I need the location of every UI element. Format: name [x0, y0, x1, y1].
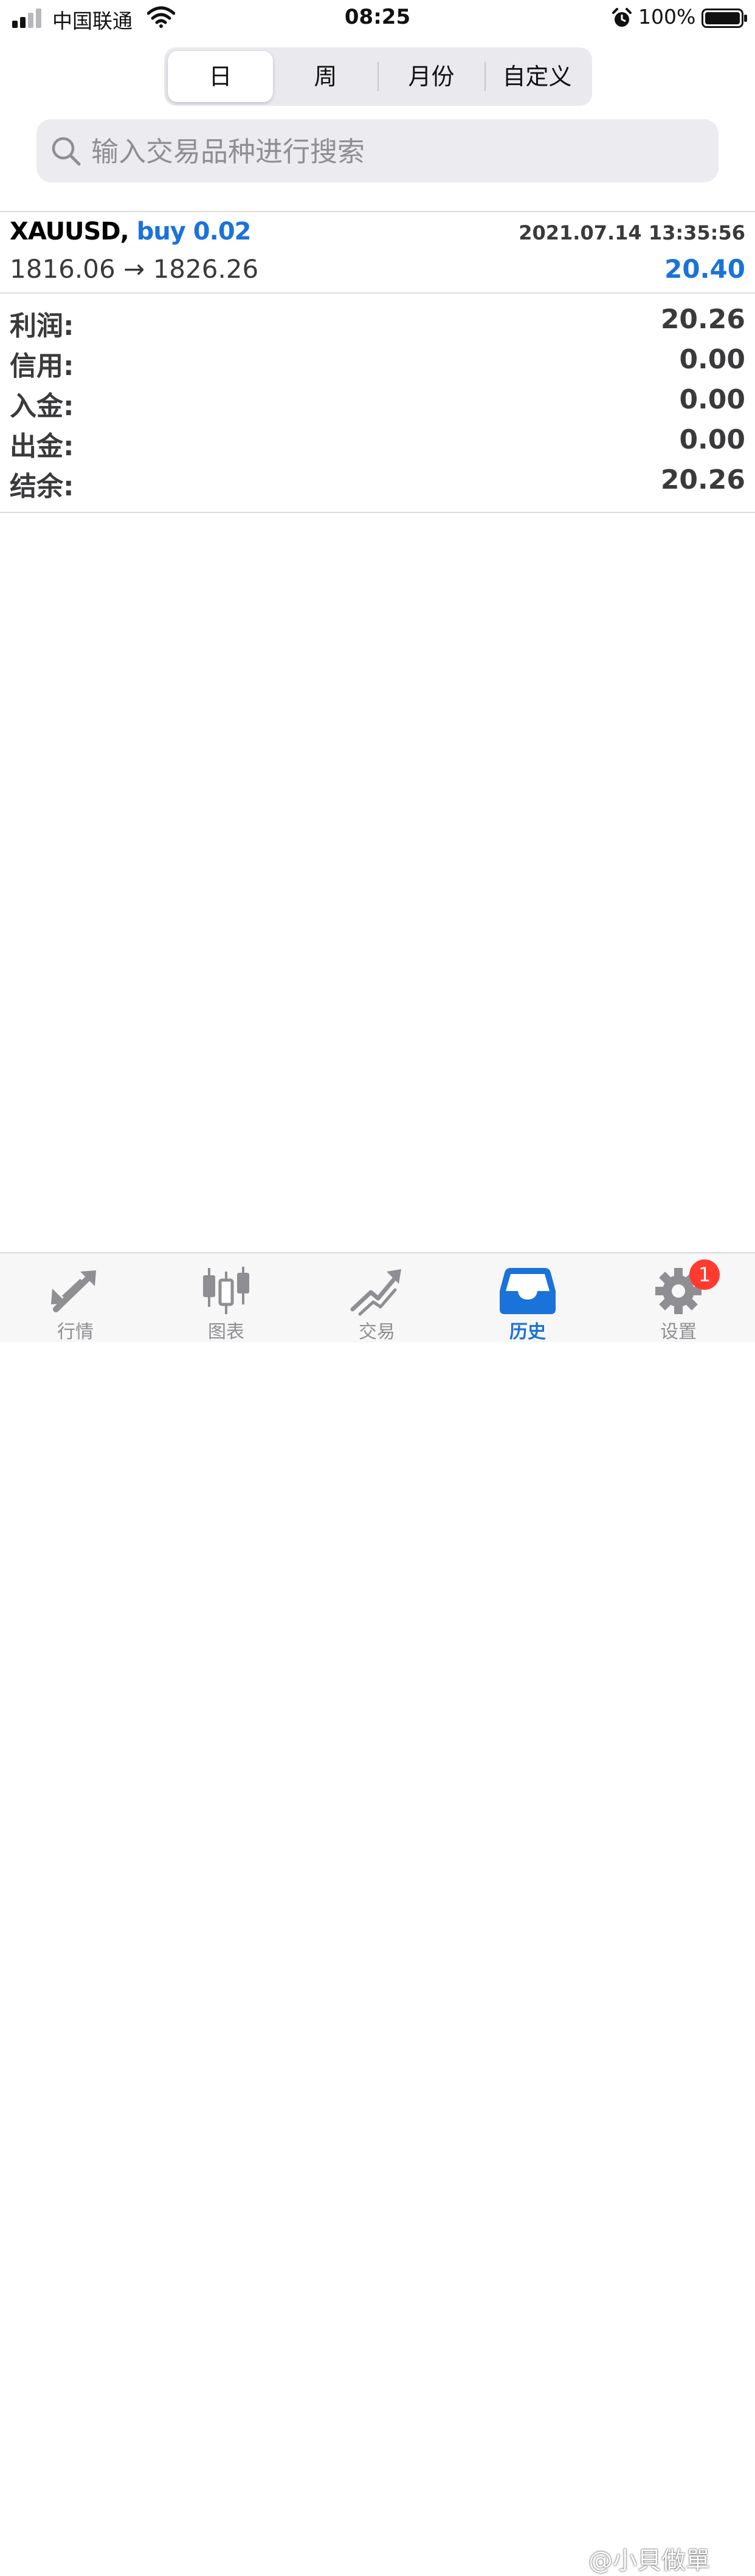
segment-custom[interactable]: 自定义	[484, 51, 590, 102]
divider	[0, 512, 755, 513]
watermark-text: @小貝做單	[588, 2547, 710, 2575]
battery-icon	[702, 9, 747, 28]
tab-quotes[interactable]: 行情	[0, 1253, 151, 1343]
period-segmented-control: 日 周 月份 自定义	[164, 47, 592, 106]
summary-label: 利润:	[10, 311, 74, 342]
summary-row-deposit: 入金: 0.00	[0, 384, 755, 424]
trade-trend-icon	[350, 1269, 401, 1316]
tab-trade[interactable]: 交易	[302, 1253, 452, 1343]
trade-symbol-line: XAUUSD, buy 0.02	[10, 218, 251, 246]
trade-profit: 20.40	[664, 254, 745, 284]
tab-settings[interactable]: 1 设置	[603, 1253, 754, 1343]
trade-symbol: XAUUSD	[10, 218, 121, 246]
candlestick-chart-icon	[203, 1267, 249, 1314]
summary-value: 0.00	[679, 424, 745, 455]
tab-label: 历史	[509, 1321, 546, 1343]
summary-label: 入金:	[10, 391, 74, 422]
summary-row-balance: 结余: 20.26	[0, 464, 755, 505]
summary-label: 出金:	[10, 431, 74, 462]
notification-badge: 1	[689, 1259, 720, 1290]
summary-value: 0.00	[679, 344, 745, 375]
summary-label: 信用:	[10, 351, 74, 382]
trade-separator: ,	[120, 218, 129, 246]
trade-side-volume: buy 0.02	[136, 218, 252, 246]
segment-month[interactable]: 月份	[379, 51, 484, 102]
alarm-clock-icon	[612, 8, 632, 27]
summary-value: 0.00	[679, 384, 745, 415]
battery-percent: 100%	[638, 5, 696, 29]
tab-label: 行情	[57, 1321, 94, 1343]
tab-charts[interactable]: 图表	[151, 1253, 302, 1343]
tab-label: 图表	[208, 1321, 244, 1343]
divider	[0, 292, 755, 294]
tab-label: 交易	[359, 1321, 395, 1343]
quotes-arrows-icon	[51, 1270, 96, 1312]
tab-label: 设置	[660, 1321, 697, 1343]
tab-bar: 行情 图表 交易 历史 1 设置 @小貝做單	[0, 1252, 755, 2575]
summary-label: 结余:	[10, 471, 74, 502]
divider	[0, 211, 755, 212]
status-bar: 中国联通 08:25 100%	[0, 0, 755, 38]
trade-row[interactable]: XAUUSD, buy 0.02 2021.07.14 13:35:56 181…	[0, 213, 755, 292]
summary-value: 20.26	[660, 304, 745, 335]
summary-value: 20.26	[660, 464, 745, 495]
summary-row-withdrawal: 出金: 0.00	[0, 424, 755, 464]
summary-row-profit: 利润: 20.26	[0, 304, 755, 344]
segment-day[interactable]: 日	[168, 51, 273, 102]
trade-prices: 1816.06 → 1826.26	[10, 254, 259, 284]
search-input[interactable]	[90, 119, 700, 184]
search-icon	[52, 137, 81, 166]
history-tray-icon	[500, 1268, 556, 1314]
trade-time: 2021.07.14 13:35:56	[519, 221, 745, 244]
tab-history[interactable]: 历史	[452, 1253, 603, 1343]
segment-week[interactable]: 周	[273, 51, 378, 102]
summary-row-credit: 信用: 0.00	[0, 344, 755, 384]
search-bar[interactable]	[36, 119, 719, 184]
